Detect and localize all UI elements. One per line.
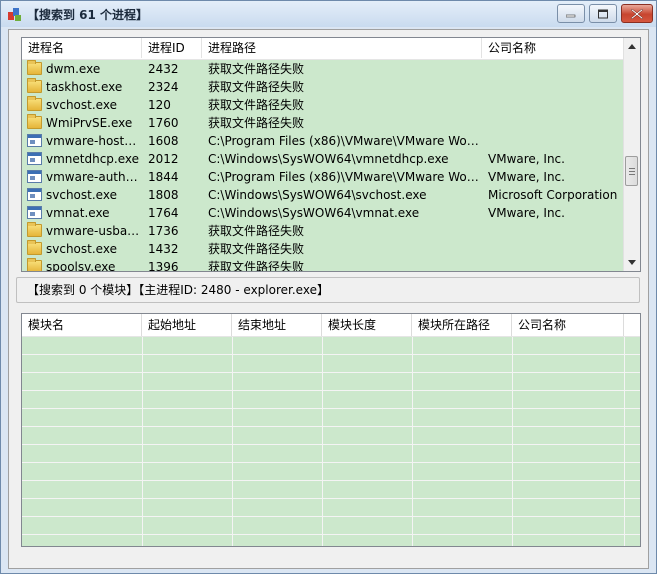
column-process-name[interactable]: 进程名 — [22, 38, 142, 58]
process-path-cell: 获取文件路径失败 — [208, 260, 305, 272]
process-id-cell: 1764 — [148, 206, 179, 220]
minimize-button[interactable] — [557, 4, 585, 23]
column-module-name[interactable]: 模块名 — [22, 314, 142, 336]
module-list-header: 模块名 起始地址 结束地址 模块长度 模块所在路径 公司名称 — [22, 314, 640, 337]
app-icon — [8, 8, 21, 21]
table-row[interactable]: svchost.exe 120 获取文件路径失败 — [22, 96, 623, 114]
process-path-cell: C:\Windows\SysWOW64\vmnetdhcp.exe — [208, 152, 449, 166]
company-cell — [482, 132, 623, 150]
process-name-cell: svchost.exe — [46, 98, 117, 112]
table-row[interactable]: taskhost.exe 2324 获取文件路径失败 — [22, 78, 623, 96]
column-module-company[interactable]: 公司名称 — [512, 314, 624, 336]
table-row[interactable]: svchost.exe 1432 获取文件路径失败 — [22, 240, 623, 258]
column-company[interactable]: 公司名称 — [482, 38, 623, 58]
close-icon — [631, 8, 643, 19]
process-id-cell: 1736 — [148, 224, 179, 238]
process-name-cell: vmware-authd.... — [46, 170, 142, 184]
company-cell: VMware, Inc. — [488, 170, 565, 184]
status-bar: 【搜索到 0 个模块】【主进程ID: 2480 - explorer.exe】 — [16, 277, 640, 303]
company-cell — [482, 222, 623, 240]
column-process-path[interactable]: 进程路径 — [202, 38, 482, 58]
minimize-icon — [566, 14, 576, 17]
process-path-cell: 获取文件路径失败 — [208, 116, 305, 130]
process-id-cell: 2324 — [148, 80, 179, 94]
close-button[interactable] — [621, 4, 653, 23]
process-name-cell: svchost.exe — [46, 242, 117, 256]
process-path-cell: 获取文件路径失败 — [208, 224, 305, 238]
process-id-cell: 2432 — [148, 62, 179, 76]
process-path-cell: 获取文件路径失败 — [208, 62, 305, 76]
module-list[interactable]: 模块名 起始地址 结束地址 模块长度 模块所在路径 公司名称 — [21, 313, 641, 547]
table-row[interactable]: WmiPrvSE.exe 1760 获取文件路径失败 — [22, 114, 623, 132]
process-id-cell: 1608 — [148, 134, 179, 148]
process-name-cell: spoolsv.exe — [46, 260, 116, 272]
maximize-button[interactable] — [589, 4, 617, 23]
process-id-cell: 1760 — [148, 116, 179, 130]
process-id-cell: 2012 — [148, 152, 179, 166]
scroll-down-icon[interactable] — [624, 254, 640, 271]
company-cell — [482, 78, 623, 96]
process-name-cell: dwm.exe — [46, 62, 101, 76]
process-list[interactable]: 进程名 进程ID 进程路径 公司名称 dwm.exe 2432 获取文件路径失败 ta… — [21, 37, 641, 272]
process-path-cell: C:\Windows\SysWOW64\svchost.exe — [208, 188, 427, 202]
column-start-address[interactable]: 起始地址 — [142, 314, 232, 336]
column-module-length[interactable]: 模块长度 — [322, 314, 412, 336]
process-id-cell: 1396 — [148, 260, 179, 272]
process-name-cell: vmware-hostd.... — [46, 134, 142, 148]
table-row[interactable]: vmnat.exe 1764 C:\Windows\SysWOW64\vmnat.e… — [22, 204, 623, 222]
process-path-cell: C:\Program Files (x86)\VMware\VMware Wor… — [208, 134, 482, 148]
process-path-cell: C:\Program Files (x86)\VMware\VMware Wor… — [208, 170, 482, 184]
column-process-id[interactable]: 进程ID — [142, 38, 202, 58]
process-id-cell: 120 — [148, 98, 171, 112]
process-name-cell: taskhost.exe — [46, 80, 123, 94]
company-cell — [482, 60, 623, 78]
title-bar[interactable]: 【搜索到 61 个进程】 — [1, 1, 656, 27]
process-name-cell: vmware-usbarb... — [46, 224, 142, 238]
table-row[interactable]: dwm.exe 2432 获取文件路径失败 — [22, 60, 623, 78]
client-area: 进程名 进程ID 进程路径 公司名称 dwm.exe 2432 获取文件路径失败 ta… — [8, 29, 649, 569]
process-rows: dwm.exe 2432 获取文件路径失败 taskhost.exe 2324 获取文件路… — [22, 60, 623, 272]
window-title: 【搜索到 61 个进程】 — [27, 8, 149, 22]
process-path-cell: 获取文件路径失败 — [208, 80, 305, 94]
table-row[interactable]: svchost.exe 1808 C:\Windows\SysWOW64\svcho… — [22, 186, 623, 204]
maximize-icon — [598, 9, 608, 18]
table-row[interactable]: spoolsv.exe 1396 获取文件路径失败 — [22, 258, 623, 272]
module-rows — [22, 337, 640, 546]
company-cell — [482, 240, 623, 258]
process-name-cell: vmnetdhcp.exe — [46, 152, 140, 166]
process-path-cell: 获取文件路径失败 — [208, 98, 305, 112]
main-window: 【搜索到 61 个进程】 进程名 进程ID 进程路径 公司名称 dwm.exe 2… — [0, 0, 657, 574]
process-name-cell: WmiPrvSE.exe — [46, 116, 133, 130]
process-name-cell: vmnat.exe — [46, 206, 110, 220]
process-list-scrollbar[interactable] — [623, 38, 640, 271]
process-path-cell: C:\Windows\SysWOW64\vmnat.exe — [208, 206, 420, 220]
process-id-cell: 1432 — [148, 242, 179, 256]
process-name-cell: svchost.exe — [46, 188, 117, 202]
company-cell: VMware, Inc. — [488, 206, 565, 220]
scroll-up-icon[interactable] — [624, 38, 640, 55]
process-id-cell: 1808 — [148, 188, 179, 202]
table-row[interactable]: vmnetdhcp.exe 2012 C:\Windows\SysWOW64\vmn… — [22, 150, 623, 168]
company-cell — [482, 114, 623, 132]
table-row[interactable]: vmware-authd.... 1844 C:\Program Files (x8… — [22, 168, 623, 186]
company-cell — [482, 96, 623, 114]
scrollbar-thumb[interactable] — [625, 156, 638, 186]
company-cell: VMware, Inc. — [488, 152, 565, 166]
table-row[interactable]: vmware-usbarb... 1736 获取文件路径失败 — [22, 222, 623, 240]
process-list-header: 进程名 进程ID 进程路径 公司名称 — [22, 38, 623, 60]
column-module-path[interactable]: 模块所在路径 — [412, 314, 512, 336]
process-id-cell: 1844 — [148, 170, 179, 184]
table-row[interactable]: vmware-hostd.... 1608 C:\Program Files (x8… — [22, 132, 623, 150]
column-end-address[interactable]: 结束地址 — [232, 314, 322, 336]
process-path-cell: 获取文件路径失败 — [208, 242, 305, 256]
company-cell — [482, 258, 623, 271]
company-cell: Microsoft Corporation — [488, 188, 618, 202]
